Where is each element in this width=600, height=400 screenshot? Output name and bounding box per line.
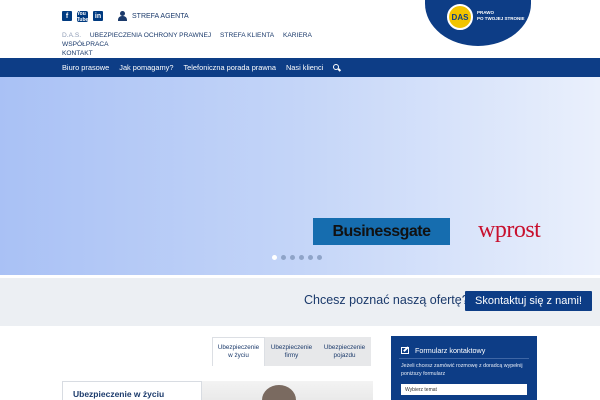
slider-dot[interactable] bbox=[290, 255, 295, 260]
das-logo[interactable]: DAS PRAWO PO TWOJEJ STRONIE bbox=[425, 0, 531, 46]
tab-vehicle-insurance[interactable]: Ubezpieczenie pojazdu bbox=[318, 337, 371, 366]
das-badge: DAS bbox=[447, 4, 473, 30]
top-nav-career[interactable]: KARIERA bbox=[283, 31, 312, 40]
facebook-icon[interactable]: f bbox=[62, 11, 72, 21]
main-nav: Biuro prasowe Jak pomagamy? Telefoniczna… bbox=[0, 58, 600, 77]
top-nav-contact[interactable]: KONTAKT bbox=[62, 49, 93, 58]
top-nav-legal-insurance[interactable]: UBEZPIECZENIA OCHRONY PRAWNEJ bbox=[90, 31, 211, 40]
contact-form: Formularz kontaktowy Jeżeli chcesz zamów… bbox=[391, 336, 537, 400]
social-links: f You Tube in bbox=[62, 11, 103, 23]
top-nav: D.A.S. UBEZPIECZENIA OCHRONY PRAWNEJ STR… bbox=[62, 31, 362, 58]
topic-select[interactable]: Wybierz temat bbox=[401, 384, 527, 395]
contact-form-header: Formularz kontaktowy bbox=[401, 346, 485, 355]
product-card-title: Ubezpieczenie w życiu bbox=[73, 389, 165, 399]
nav-our-clients[interactable]: Nasi klienci bbox=[286, 63, 323, 72]
tab-life-insurance[interactable]: Ubezpieczenie w życiu bbox=[212, 337, 265, 366]
nav-how-we-help[interactable]: Jak pomagamy? bbox=[119, 63, 173, 72]
contact-us-button[interactable]: Skontaktuj się z nami! bbox=[465, 291, 592, 311]
slider-dot[interactable] bbox=[308, 255, 313, 260]
slider-dot[interactable] bbox=[299, 255, 304, 260]
product-card[interactable]: Ubezpieczenie w życiu bbox=[62, 381, 202, 400]
das-tagline: PRAWO PO TWOJEJ STRONIE bbox=[477, 10, 525, 21]
top-nav-cooperation[interactable]: WSPÓŁPRACA bbox=[62, 40, 109, 49]
cta-text: Chcesz poznać naszą ofertę? bbox=[304, 293, 469, 307]
nav-phone-legal-advice[interactable]: Telefoniczna porada prawna bbox=[183, 63, 275, 72]
search-icon[interactable] bbox=[333, 63, 342, 72]
hero-slider: Businessgate wprost bbox=[0, 77, 600, 275]
edit-icon bbox=[401, 347, 409, 354]
businessgate-logo: Businessgate bbox=[313, 218, 450, 245]
slider-dot[interactable] bbox=[272, 255, 277, 260]
agent-zone-link[interactable]: STREFA AGENTA bbox=[118, 11, 189, 21]
youtube-icon[interactable]: You Tube bbox=[77, 11, 89, 23]
contact-form-title: Formularz kontaktowy bbox=[415, 346, 486, 355]
user-icon bbox=[118, 11, 127, 21]
top-nav-das[interactable]: D.A.S. bbox=[62, 31, 81, 40]
nav-press-office[interactable]: Biuro prasowe bbox=[62, 63, 109, 72]
divider bbox=[399, 358, 529, 359]
cta-strip: Chcesz poznać naszą ofertę? Skontaktuj s… bbox=[0, 278, 600, 326]
insurance-tabs: Ubezpieczenie w życiu Ubezpieczenie firm… bbox=[212, 337, 371, 366]
top-nav-client-zone[interactable]: STREFA KLIENTA bbox=[220, 31, 274, 40]
agent-zone-label: STREFA AGENTA bbox=[132, 12, 189, 20]
person-image bbox=[262, 385, 296, 400]
linkedin-icon[interactable]: in bbox=[93, 11, 103, 21]
page: f You Tube in STREFA AGENTA D.A.S. UBEZP… bbox=[0, 0, 600, 400]
contact-form-description: Jeżeli chcesz zamówić rozmowę z doradcą … bbox=[401, 363, 523, 377]
product-photo bbox=[202, 381, 373, 400]
tab-business-insurance[interactable]: Ubezpieczenie firmy bbox=[265, 337, 318, 366]
slider-dot[interactable] bbox=[317, 255, 322, 260]
slider-dot[interactable] bbox=[281, 255, 286, 260]
slider-dots bbox=[272, 255, 322, 260]
wprost-logo: wprost bbox=[478, 217, 541, 243]
